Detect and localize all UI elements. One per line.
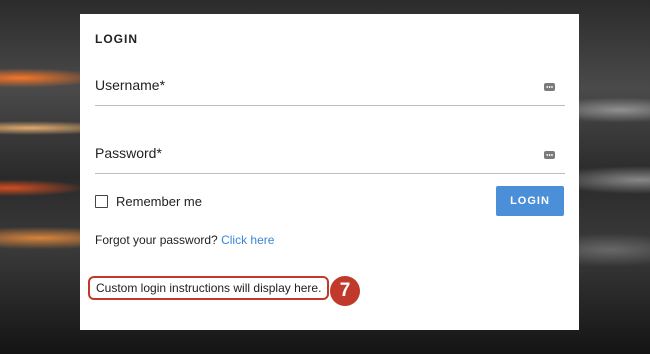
- password-label: Password*: [95, 145, 162, 161]
- remember-me[interactable]: Remember me: [95, 194, 202, 209]
- remember-me-checkbox[interactable]: [95, 195, 108, 208]
- password-dots-icon[interactable]: [544, 151, 555, 159]
- forgot-password-text: Forgot your password?: [95, 233, 218, 247]
- username-label: Username*: [95, 77, 166, 93]
- login-button[interactable]: LOGIN: [496, 186, 564, 216]
- username-field[interactable]: Username*: [95, 77, 565, 106]
- password-dots-icon[interactable]: [544, 83, 555, 91]
- login-title: LOGIN: [95, 32, 138, 46]
- forgot-password: Forgot your password? Click here: [95, 233, 274, 247]
- password-field[interactable]: Password*: [95, 145, 565, 174]
- custom-login-instructions: Custom login instructions will display h…: [88, 276, 330, 300]
- remember-me-label: Remember me: [116, 194, 202, 209]
- login-card: LOGIN Username* Password* Remember me LO…: [80, 14, 579, 330]
- forgot-password-link[interactable]: Click here: [221, 233, 274, 247]
- callout-badge: 7: [330, 276, 360, 306]
